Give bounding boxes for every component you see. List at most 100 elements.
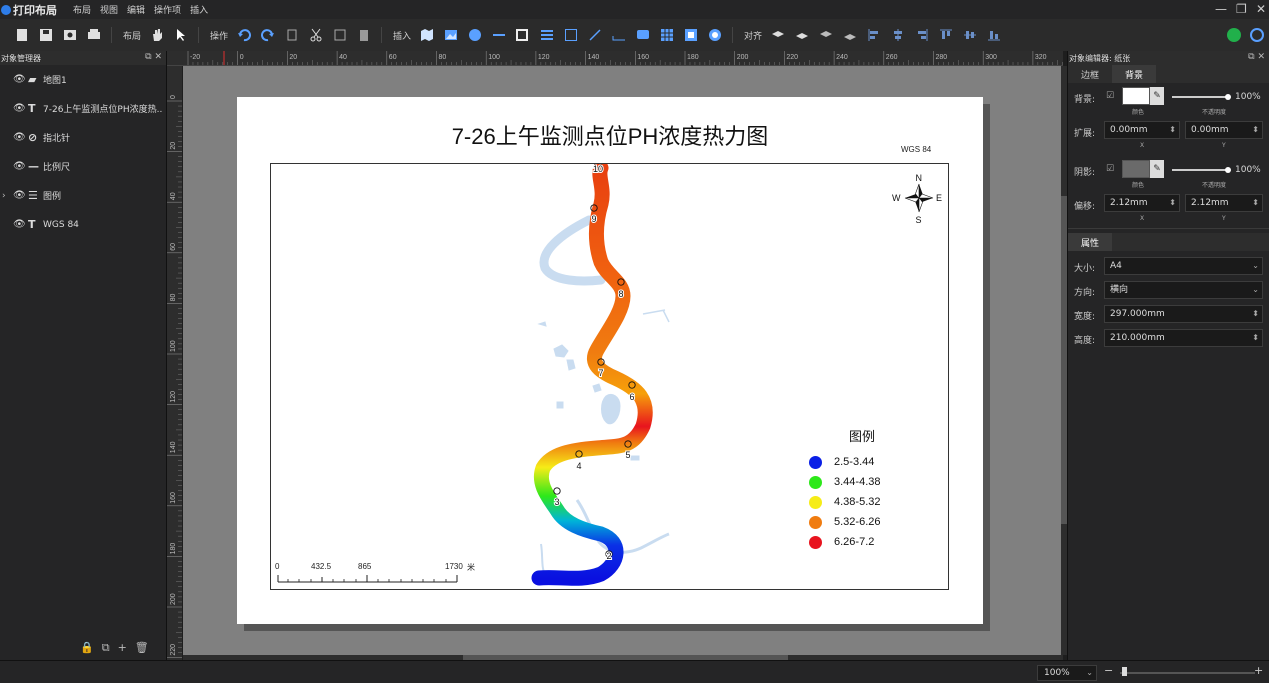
redo-icon[interactable]	[259, 26, 277, 44]
insert-legend-icon[interactable]	[514, 26, 532, 44]
visibility-eye-icon[interactable]: 👁	[13, 190, 26, 201]
zoom-in-icon[interactable]: +	[1254, 664, 1263, 677]
copy-icon[interactable]	[283, 26, 301, 44]
expand-x-input[interactable]: 0.00mm ⬍	[1104, 121, 1180, 139]
close-icon[interactable]: ✕	[1256, 2, 1266, 16]
paper-page[interactable]: 7-26上午监测点位PH浓度热力图 WGS 84 2 3 4 5 6 7 8 9…	[237, 97, 983, 624]
tree-item-title-text[interactable]: 👁 T 7-26上午监测点位PH浓度热...	[0, 94, 166, 123]
bring-forward-icon[interactable]	[793, 26, 811, 44]
align-right-icon[interactable]	[913, 26, 931, 44]
visibility-eye-icon[interactable]: 👁	[13, 74, 26, 85]
menu-edit[interactable]: 编辑	[127, 3, 145, 16]
send-backward-icon[interactable]	[817, 26, 835, 44]
insert-line-icon[interactable]	[586, 26, 604, 44]
restore-icon[interactable]: ❐	[1236, 2, 1247, 16]
visibility-eye-icon[interactable]: 👁	[13, 219, 26, 230]
paste-icon[interactable]	[331, 26, 349, 44]
insert-compass-icon[interactable]	[466, 26, 484, 44]
shadow-checkbox[interactable]: ☑	[1106, 164, 1114, 174]
shadow-opacity-slider[interactable]	[1172, 169, 1228, 171]
tree-item-legend[interactable]: › 👁 ☰ 图例	[0, 181, 166, 210]
tree-item-compass[interactable]: 👁 ⊘ 指北针	[0, 123, 166, 152]
background-color-swatch[interactable]	[1122, 87, 1150, 105]
eyedropper-icon[interactable]: ✎	[1150, 160, 1164, 178]
save-icon[interactable]	[37, 26, 55, 44]
menu-layout[interactable]: 布局	[73, 3, 91, 16]
help-icon[interactable]	[1248, 26, 1266, 44]
zoom-select[interactable]: 100% ⌄	[1037, 665, 1097, 681]
map-title[interactable]: 7-26上午监测点位PH浓度热力图	[237, 119, 983, 151]
insert-list-icon[interactable]	[538, 26, 556, 44]
insert-frame-icon[interactable]	[682, 26, 700, 44]
legend-swatch	[809, 455, 822, 469]
expand-chevron-icon[interactable]: ›	[2, 191, 6, 201]
visibility-eye-icon[interactable]: 👁	[13, 132, 26, 143]
align-left-icon[interactable]	[865, 26, 883, 44]
expand-y-input[interactable]: 0.00mm ⬍	[1185, 121, 1263, 139]
width-input[interactable]: 297.000mm ⬍	[1104, 305, 1263, 323]
align-middle-icon[interactable]	[961, 26, 979, 44]
insert-picture-icon[interactable]	[442, 26, 460, 44]
tree-item-crs-text[interactable]: 👁 T WGS 84	[0, 210, 166, 239]
crs-label[interactable]: WGS 84	[901, 145, 931, 154]
insert-scalebar-icon[interactable]	[490, 26, 508, 44]
new-icon[interactable]	[13, 26, 31, 44]
select-arrow-icon[interactable]	[172, 26, 190, 44]
height-input[interactable]: 210.000mm ⬍	[1104, 329, 1263, 347]
insert-web-icon[interactable]	[706, 26, 724, 44]
trash-icon[interactable]: 🗑	[135, 641, 149, 655]
scale-bar[interactable]: 0 432.5 865 1730 米	[275, 562, 475, 584]
zoom-slider-knob[interactable]	[1122, 667, 1127, 676]
tab-properties[interactable]: 属性	[1068, 233, 1113, 251]
eyedropper-icon[interactable]: ✎	[1150, 87, 1164, 105]
insert-map-icon[interactable]	[418, 26, 436, 44]
map-legend[interactable]: 图例 2.5-3.44 3.44-4.38 4.38-5.32 5.32-6.2…	[801, 426, 880, 552]
tree-item-map[interactable]: 👁 ▰ 地图1	[0, 65, 166, 94]
size-select[interactable]: A4 ⌄	[1104, 257, 1263, 275]
bring-front-icon[interactable]	[769, 26, 787, 44]
layout-canvas[interactable]: 7-26上午监测点位PH浓度热力图 WGS 84 2 3 4 5 6 7 8 9…	[183, 66, 1063, 655]
background-checkbox[interactable]: ☑	[1106, 91, 1114, 101]
north-arrow[interactable]: N S E W	[892, 173, 942, 225]
pan-hand-icon[interactable]	[148, 26, 166, 44]
panel-float-close-icon[interactable]: ⧉ ✕	[145, 52, 162, 62]
tree-item-scalebar[interactable]: 👁 — 比例尺	[0, 152, 166, 181]
align-bottom-icon[interactable]	[985, 26, 1003, 44]
background-opacity-knob[interactable]	[1225, 94, 1231, 100]
tab-border[interactable]: 边框	[1068, 65, 1112, 83]
background-opacity-value: 100%	[1235, 92, 1261, 102]
panel-float-close-icon[interactable]: ⧉ ✕	[1248, 52, 1265, 62]
menu-insert[interactable]: 插入	[190, 3, 208, 16]
orientation-select[interactable]: 横向 ⌄	[1104, 281, 1263, 299]
insert-rectangle-icon[interactable]	[562, 26, 580, 44]
send-back-icon[interactable]	[841, 26, 859, 44]
add-icon[interactable]: +	[118, 641, 127, 655]
offset-x-input[interactable]: 2.12mm ⬍	[1104, 194, 1180, 212]
zoom-slider[interactable]	[1120, 672, 1255, 674]
menu-view[interactable]: 视图	[100, 3, 118, 16]
insert-polyline-icon[interactable]	[610, 26, 628, 44]
export-image-icon[interactable]	[61, 26, 79, 44]
insert-text-icon[interactable]	[634, 26, 652, 44]
lock-icon[interactable]: 🔒	[80, 641, 94, 655]
undo-icon[interactable]	[235, 26, 253, 44]
visibility-eye-icon[interactable]: 👁	[13, 103, 26, 114]
insert-table-icon[interactable]	[658, 26, 676, 44]
visibility-eye-icon[interactable]: 👁	[13, 161, 26, 172]
chat-icon[interactable]	[1225, 26, 1243, 44]
shadow-color-swatch[interactable]	[1122, 160, 1150, 178]
offset-y-input[interactable]: 2.12mm ⬍	[1185, 194, 1263, 212]
duplicate-icon[interactable]: ⧉	[102, 641, 110, 655]
delete-icon[interactable]	[355, 26, 373, 44]
map-frame[interactable]: 2 3 4 5 6 7 8 9 10 N S E W 图例 2.5-3.44 3…	[270, 163, 949, 590]
minimize-icon[interactable]: —	[1215, 2, 1227, 16]
background-opacity-slider[interactable]	[1172, 96, 1228, 98]
print-icon[interactable]	[85, 26, 103, 44]
align-center-icon[interactable]	[889, 26, 907, 44]
tab-background[interactable]: 背景	[1112, 65, 1157, 83]
menu-operations[interactable]: 操作项	[154, 3, 181, 16]
shadow-opacity-knob[interactable]	[1225, 167, 1231, 173]
zoom-out-icon[interactable]: −	[1104, 664, 1113, 677]
cut-icon[interactable]	[307, 26, 325, 44]
align-top-icon[interactable]	[937, 26, 955, 44]
